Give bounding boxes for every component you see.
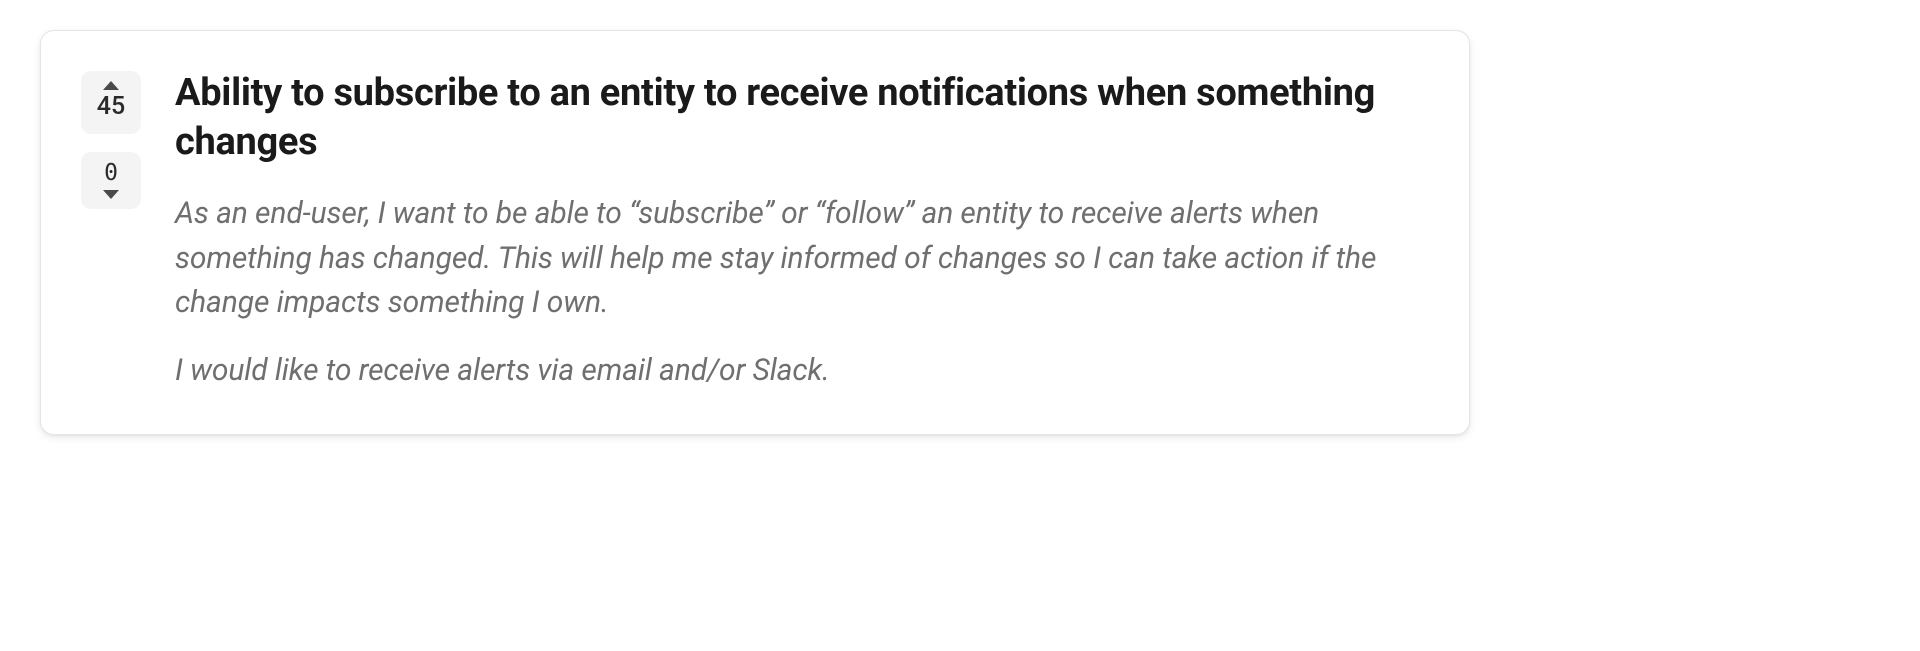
downvote-button[interactable]: 0 — [81, 152, 141, 209]
vote-column: 45 0 — [81, 69, 141, 209]
caret-up-icon — [103, 81, 119, 90]
feature-request-card: 45 0 Ability to subscribe to an entity t… — [40, 30, 1470, 435]
caret-down-icon — [103, 190, 119, 199]
card-title: Ability to subscribe to an entity to rec… — [175, 69, 1421, 166]
upvote-count: 45 — [97, 92, 125, 122]
upvote-button[interactable]: 45 — [81, 71, 141, 134]
card-content: Ability to subscribe to an entity to rec… — [175, 69, 1421, 394]
card-body-paragraph: I would like to receive alerts via email… — [175, 349, 1421, 393]
card-body-paragraph: As an end-user, I want to be able to “su… — [175, 192, 1421, 325]
downvote-count: 0 — [104, 160, 118, 188]
